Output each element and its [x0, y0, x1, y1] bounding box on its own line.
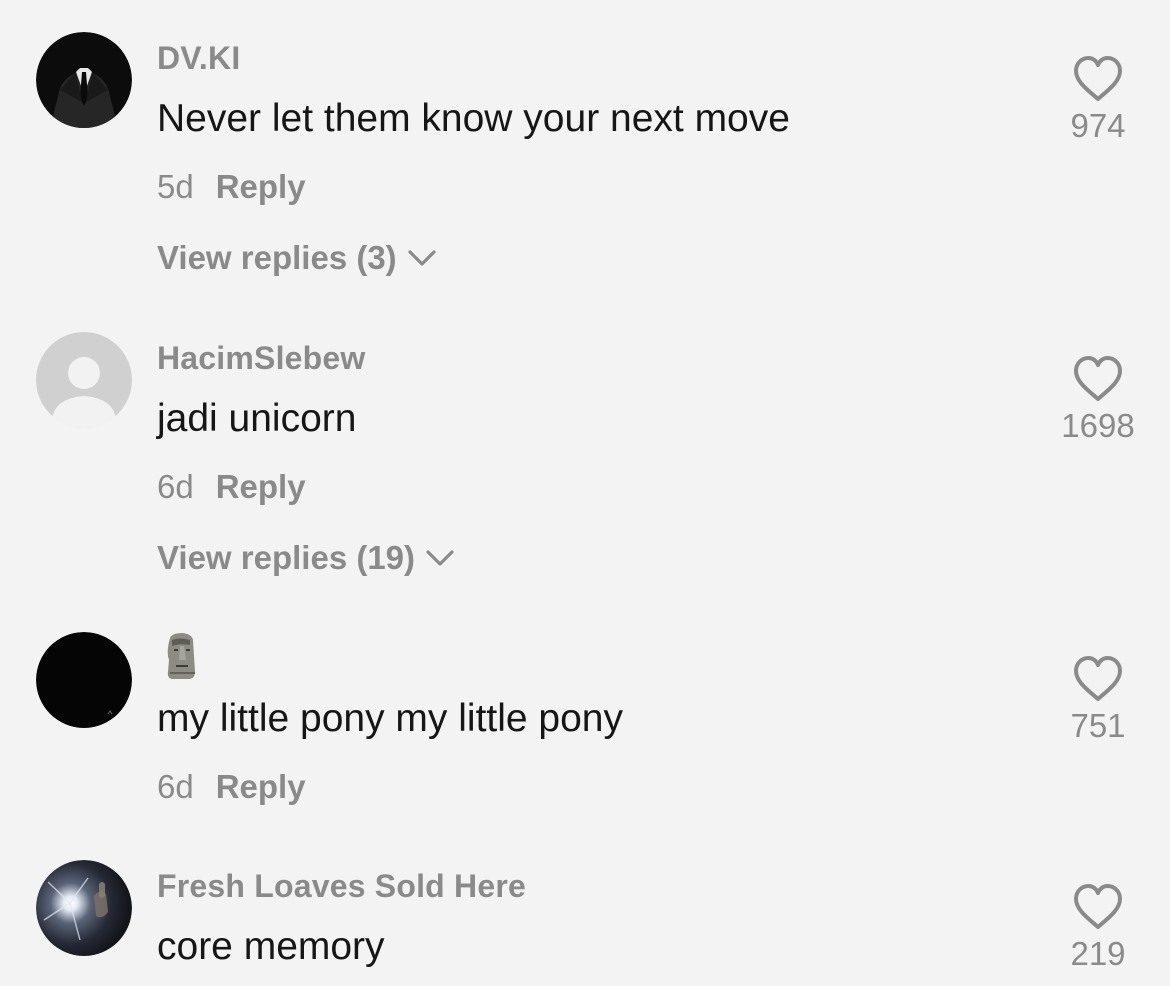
comment-age: 5d — [157, 168, 194, 205]
default-user-avatar-icon — [36, 332, 132, 428]
username[interactable]: HacimSlebew — [157, 340, 366, 377]
like-count: 974 — [1070, 107, 1126, 144]
moai-emoji-icon[interactable] — [162, 632, 198, 680]
comment-text: core memory — [157, 925, 385, 968]
chevron-down-icon — [426, 550, 454, 566]
reply-button[interactable]: Reply — [216, 468, 306, 505]
user-avatar[interactable] — [36, 332, 132, 428]
view-replies-button[interactable]: View replies (19) — [157, 539, 457, 577]
comment-age: 6d — [157, 468, 194, 505]
like-count: 1698 — [1061, 407, 1135, 444]
heart-icon — [1074, 884, 1122, 929]
user-avatar[interactable] — [36, 860, 132, 956]
comment-age: 6d — [157, 768, 194, 805]
reply-button[interactable]: Reply — [216, 168, 306, 205]
chevron-down-icon — [408, 250, 436, 266]
user-avatar[interactable] — [36, 32, 132, 128]
like-count: 751 — [1070, 707, 1126, 744]
view-replies-button[interactable]: View replies (3) — [157, 239, 439, 277]
comment-text: Never let them know your next move — [157, 97, 790, 140]
user-avatar[interactable] — [36, 632, 132, 728]
like-count: 219 — [1070, 935, 1126, 972]
comment-text: my little pony my little pony — [157, 697, 624, 740]
like-button[interactable]: 974 — [1048, 54, 1148, 145]
black-avatar-icon — [36, 632, 132, 728]
like-button[interactable]: 1698 — [1048, 354, 1148, 445]
like-button[interactable]: 219 — [1048, 882, 1148, 973]
heart-icon — [1074, 656, 1122, 701]
comment-text: jadi unicorn — [157, 397, 357, 440]
comment-meta: 6d Reply — [157, 468, 306, 506]
heart-icon — [1074, 356, 1122, 401]
view-replies-label: View replies (19) — [157, 539, 416, 576]
view-replies-label: View replies (3) — [157, 239, 397, 276]
heart-icon — [1074, 56, 1122, 101]
username[interactable]: DV.KI — [157, 40, 240, 77]
suit-man-avatar-icon — [36, 32, 132, 128]
reply-button[interactable]: Reply — [216, 768, 306, 805]
light-flare-avatar-icon — [36, 860, 132, 956]
comment-meta: 5d Reply — [157, 168, 306, 206]
username[interactable]: Fresh Loaves Sold Here — [157, 868, 526, 905]
like-button[interactable]: 751 — [1048, 654, 1148, 745]
comment-meta: 6d Reply — [157, 768, 306, 806]
